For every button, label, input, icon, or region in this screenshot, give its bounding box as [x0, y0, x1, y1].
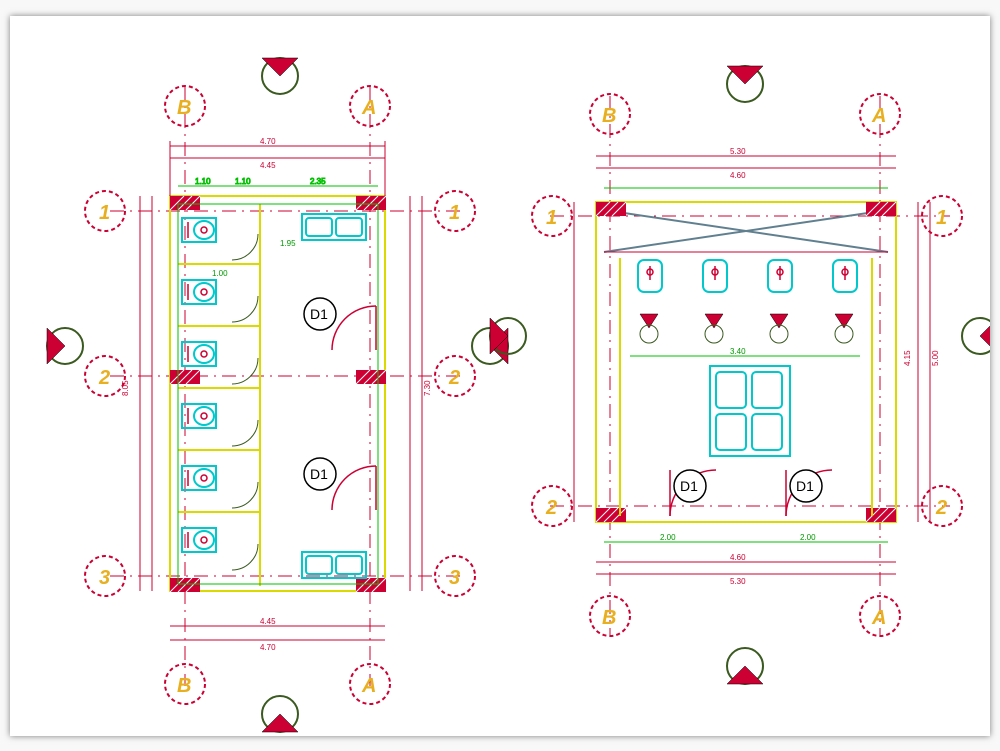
svg-text:4.70: 4.70: [260, 643, 276, 652]
svg-text:4.70: 4.70: [260, 137, 276, 146]
svg-text:1: 1: [546, 207, 557, 229]
svg-text:1: 1: [936, 207, 947, 229]
svg-text:5.30: 5.30: [730, 147, 746, 156]
grid-number: 3: [99, 567, 110, 589]
svg-text:2: 2: [935, 497, 947, 519]
svg-text:2: 2: [545, 497, 557, 519]
svg-text:2.35: 2.35: [310, 177, 326, 186]
urinal-icon: [833, 260, 857, 292]
svg-text:1.10: 1.10: [195, 177, 211, 186]
grid-letter: B: [177, 97, 191, 119]
grid-letter: A: [361, 675, 376, 697]
svg-text:1.10: 1.10: [235, 177, 251, 186]
grid-number: 1: [99, 202, 110, 224]
svg-text:5.30: 5.30: [730, 577, 746, 586]
svg-text:4.60: 4.60: [730, 553, 746, 562]
grid-number: 2: [448, 367, 460, 389]
section-marker-icon: [262, 696, 298, 732]
svg-text:8.05: 8.05: [121, 380, 130, 396]
svg-text:A: A: [871, 105, 886, 127]
svg-text:4.45: 4.45: [260, 617, 276, 626]
svg-text:2.00: 2.00: [660, 533, 676, 542]
svg-text:B: B: [602, 105, 616, 127]
grid-number: 1: [449, 202, 460, 224]
grid-letter: A: [361, 97, 376, 119]
grid-number: 3: [449, 567, 460, 589]
urinal-icon: [638, 260, 662, 292]
svg-text:4.45: 4.45: [260, 161, 276, 170]
door-d1: D1: [670, 470, 716, 516]
svg-text:2.00: 2.00: [800, 533, 816, 542]
svg-text:D1: D1: [796, 478, 814, 494]
right-plan: B A B A 1 2 1 2: [490, 66, 990, 684]
svg-text:1.00: 1.00: [212, 269, 228, 278]
section-marker-icon: [962, 318, 990, 354]
svg-text:7.30: 7.30: [423, 380, 432, 396]
svg-text:A: A: [871, 607, 886, 629]
svg-text:3.40: 3.40: [730, 347, 746, 356]
sink-icon: [710, 366, 790, 456]
left-plan: B A B A 1 2 3 1 2 3: [47, 58, 508, 732]
section-marker-icon: [727, 648, 763, 684]
svg-text:4.60: 4.60: [730, 171, 746, 180]
urinal-icon: [768, 260, 792, 292]
drawing-svg: B A B A 1 2 3 1 2 3: [10, 16, 990, 736]
grid-number: 2: [98, 367, 110, 389]
svg-text:5.00: 5.00: [931, 350, 940, 366]
urinal-icon: [703, 260, 727, 292]
svg-text:B: B: [602, 607, 616, 629]
cad-viewport: B A B A 1 2 3 1 2 3: [0, 0, 1000, 751]
door-d1: D1: [786, 470, 832, 516]
svg-text:1.95: 1.95: [280, 239, 296, 248]
dim-string: 4.70 4.45: [170, 137, 385, 196]
svg-text:D1: D1: [680, 478, 698, 494]
section-marker-icon: [262, 58, 298, 94]
door-tag: D1: [310, 466, 328, 482]
section-marker-icon: [727, 66, 763, 102]
door-tag: D1: [310, 306, 328, 322]
section-marker-icon: [47, 328, 83, 364]
paper-space[interactable]: B A B A 1 2 3 1 2 3: [10, 16, 990, 736]
svg-text:4.15: 4.15: [903, 350, 912, 366]
grid-letter: B: [177, 675, 191, 697]
